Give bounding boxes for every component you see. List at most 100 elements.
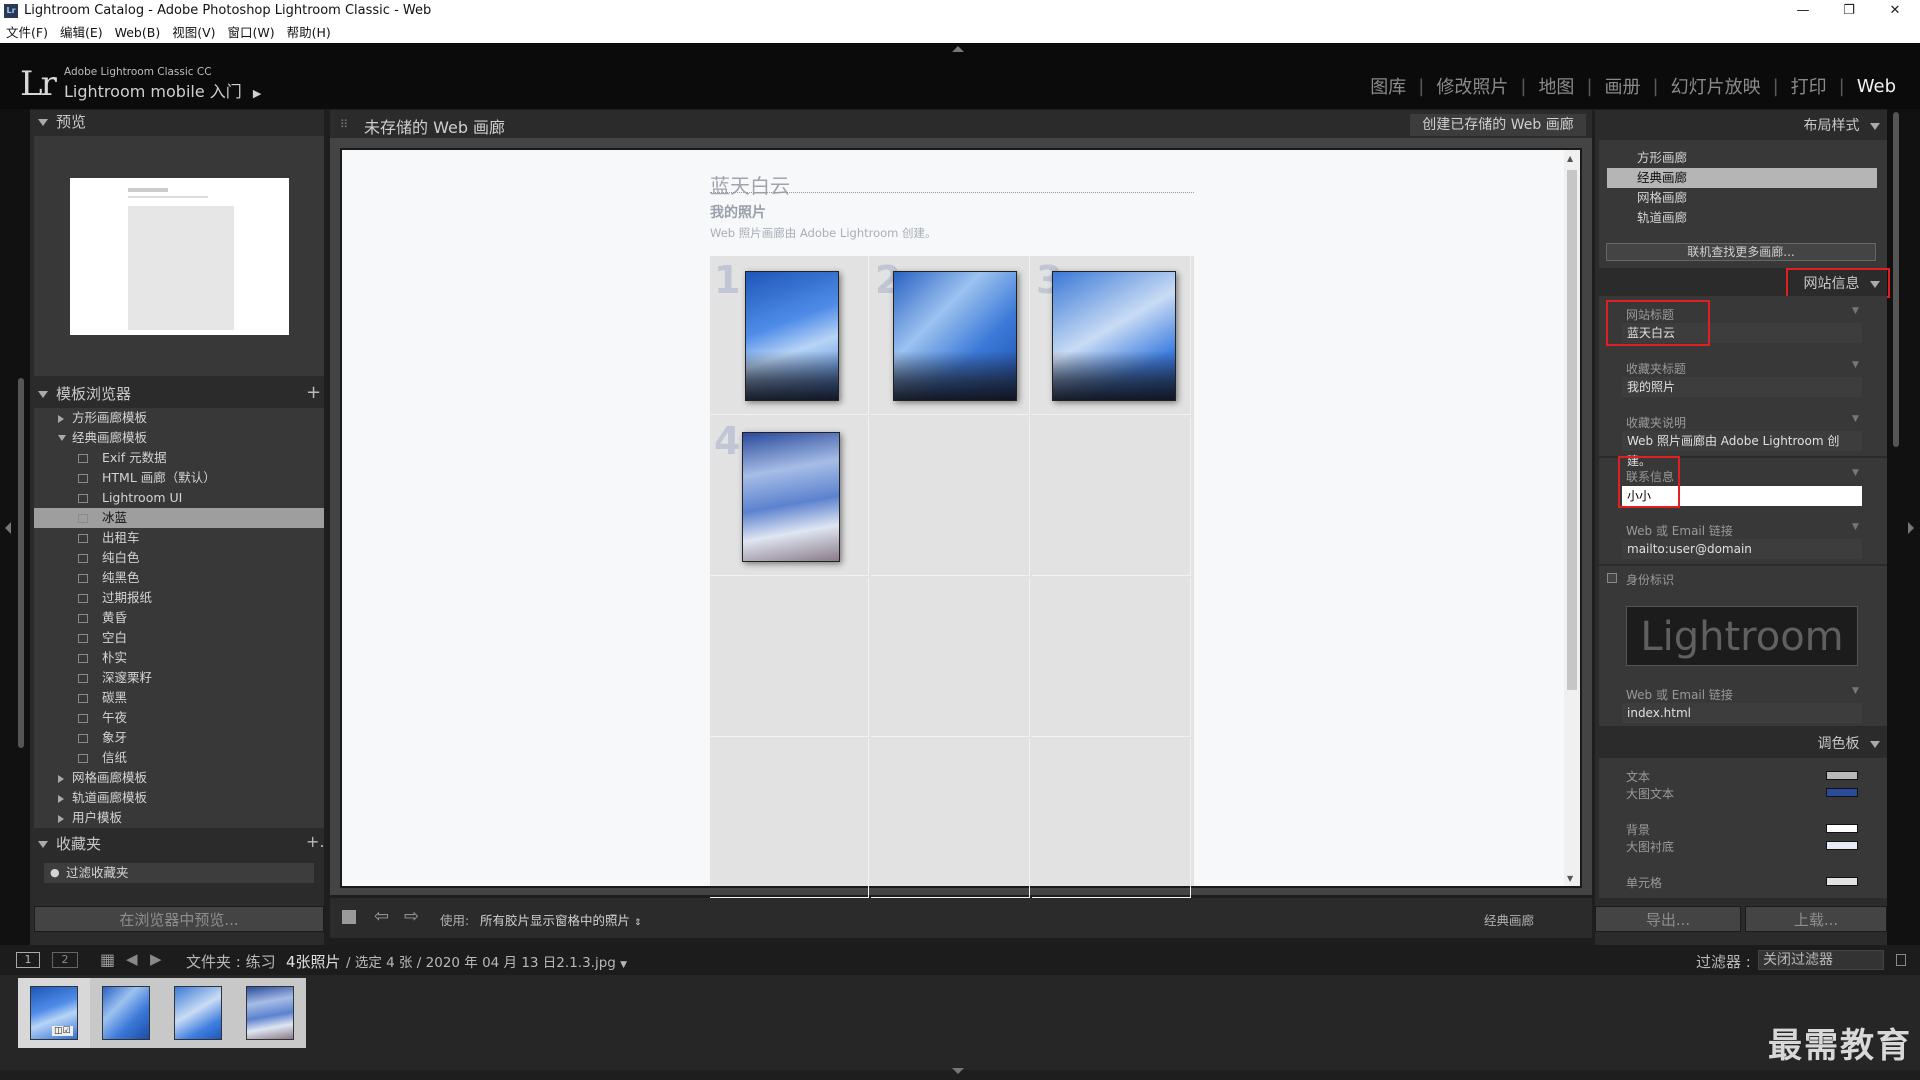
field-dropdown-icon[interactable]: ▼ <box>1852 522 1859 532</box>
collections-header[interactable]: 收藏夹 <box>38 832 101 856</box>
gallery-cell[interactable]: 4 <box>710 417 869 576</box>
template-item[interactable]: 出租车 <box>34 528 324 548</box>
template-item[interactable]: 空白 <box>34 628 324 648</box>
filter-select[interactable]: 关闭过滤器 <box>1758 950 1884 970</box>
template-folder-user[interactable]: 用户模板 <box>34 808 324 828</box>
field-dropdown-icon[interactable]: ▼ <box>1852 360 1859 370</box>
template-folder-square[interactable]: 方形画廊模板 <box>34 408 324 428</box>
menu-view[interactable]: 视图(V) <box>166 22 221 43</box>
menu-web[interactable]: Web(B) <box>109 22 167 43</box>
right-panel-scrollbar[interactable] <box>1893 112 1899 447</box>
find-more-galleries-button[interactable]: 联机查找更多画廊... <box>1606 243 1876 261</box>
forward-arrow-icon[interactable]: ▶ <box>150 950 162 968</box>
photo-thumbnail[interactable] <box>742 432 840 562</box>
gallery-cell[interactable]: 2 <box>871 256 1030 415</box>
add-collection-button[interactable]: +. <box>306 832 325 851</box>
photo-thumbnail[interactable] <box>745 271 839 401</box>
template-item[interactable]: 黄昏 <box>34 608 324 628</box>
close-button[interactable]: ✕ <box>1872 0 1918 22</box>
scroll-up-icon[interactable]: ▲ <box>1567 154 1573 163</box>
module-web[interactable]: Web <box>1845 76 1908 97</box>
lock-icon[interactable] <box>1896 954 1906 966</box>
template-item[interactable]: 纯白色 <box>34 548 324 568</box>
layout-style-header[interactable]: 布局样式 <box>1804 114 1880 138</box>
gallery-cell[interactable]: 3 <box>1032 256 1191 415</box>
color-palette-header[interactable]: 调色板 <box>1818 732 1880 756</box>
stop-icon[interactable] <box>342 910 356 924</box>
template-folder-grid[interactable]: 网格画廊模板 <box>34 768 324 788</box>
minimize-button[interactable]: — <box>1780 0 1826 22</box>
template-item[interactable]: 午夜 <box>34 708 324 728</box>
field-dropdown-icon[interactable]: ▼ <box>1852 414 1859 424</box>
window-1-button[interactable]: 1 <box>16 952 40 968</box>
bottom-panel-toggle-icon[interactable] <box>952 1068 964 1074</box>
left-panel-scrollbar[interactable] <box>18 378 24 748</box>
menu-window[interactable]: 窗口(W) <box>222 22 281 43</box>
field-dropdown-icon[interactable]: ▼ <box>1852 686 1859 696</box>
color-swatch-cell[interactable] <box>1826 877 1858 886</box>
selection-info[interactable]: / 选定 4 张 / 2020 年 04 月 13 日2.1.3.jpg ▼ <box>346 951 627 971</box>
template-item[interactable]: 过期报纸 <box>34 588 324 608</box>
module-book[interactable]: 画册 <box>1593 73 1653 99</box>
site-title[interactable]: 蓝天白云 <box>710 170 790 199</box>
module-map[interactable]: 地图 <box>1526 73 1586 99</box>
template-folder-classic[interactable]: 经典画廊模板 <box>34 428 324 448</box>
field-dropdown-icon[interactable]: ▼ <box>1852 306 1859 316</box>
identity-plate-preview[interactable]: Lightroom <box>1626 606 1858 666</box>
next-icon[interactable]: ⇨ <box>404 906 419 927</box>
template-item[interactable]: 象牙 <box>34 728 324 748</box>
template-item[interactable]: 信纸 <box>34 748 324 768</box>
collection-filter-input[interactable]: ● 过滤收藏夹 <box>44 863 314 883</box>
collection-desc-field[interactable]: Web 照片画廊由 Adobe Lightroom 创建。 <box>1622 431 1862 468</box>
restore-button[interactable]: ❐ <box>1826 0 1872 22</box>
web-link-field[interactable]: mailto:user@domain <box>1622 539 1862 559</box>
back-arrow-icon[interactable]: ◀ <box>126 950 138 968</box>
layout-track[interactable]: 轨道画廊 <box>1599 208 1887 228</box>
photo-thumbnail[interactable] <box>1052 271 1176 401</box>
color-swatch-background[interactable] <box>1826 824 1858 833</box>
color-swatch-text[interactable] <box>1826 771 1858 780</box>
upload-button[interactable]: 上载... <box>1745 906 1887 932</box>
filmstrip-thumb[interactable]: ◫☑ <box>18 978 90 1048</box>
left-panel-toggle-icon[interactable] <box>5 522 11 534</box>
color-swatch-large-matte[interactable] <box>1826 841 1858 850</box>
scroll-down-icon[interactable]: ▼ <box>1567 874 1573 883</box>
filmstrip-thumb[interactable] <box>234 978 306 1048</box>
previous-icon[interactable]: ⇦ <box>374 906 389 927</box>
template-item[interactable]: 朴实 <box>34 648 324 668</box>
color-swatch-large-text[interactable] <box>1826 788 1858 797</box>
module-slideshow[interactable]: 幻灯片放映 <box>1659 73 1773 99</box>
grid-view-icon[interactable]: ▦ <box>100 950 115 969</box>
photo-thumbnail[interactable] <box>893 271 1017 401</box>
template-item[interactable]: Lightroom UI <box>34 488 324 508</box>
preview-in-browser-button[interactable]: 在浏览器中预览... <box>34 906 324 932</box>
template-item-selected[interactable]: 冰蓝 <box>34 508 324 528</box>
module-develop[interactable]: 修改照片 <box>1424 73 1520 99</box>
use-source-select[interactable]: 所有胶片显示窗格中的照片 ⇕ <box>480 910 642 929</box>
template-item[interactable]: HTML 画廊（默认） <box>34 468 324 488</box>
template-item[interactable]: Exif 元数据 <box>34 448 324 468</box>
identity-plate-checkbox[interactable] <box>1607 573 1617 583</box>
layout-square[interactable]: 方形画廊 <box>1599 148 1887 168</box>
layout-grid[interactable]: 网格画廊 <box>1599 188 1887 208</box>
create-saved-gallery-button[interactable]: 创建已存储的 Web 画廊 <box>1410 114 1586 136</box>
menu-edit[interactable]: 编辑(E) <box>54 22 109 43</box>
template-item[interactable]: 碳黑 <box>34 688 324 708</box>
gallery-cell[interactable]: 1 <box>710 256 869 415</box>
collection-title[interactable]: 我的照片 <box>710 202 766 222</box>
template-item[interactable]: 纯黑色 <box>34 568 324 588</box>
field-dropdown-icon[interactable]: ▼ <box>1852 468 1859 478</box>
collection-description[interactable]: Web 照片画廊由 Adobe Lightroom 创建。 <box>710 225 937 241</box>
web-link-2-field[interactable]: index.html <box>1622 703 1862 723</box>
template-folder-track[interactable]: 轨道画廊模板 <box>34 788 324 808</box>
export-button[interactable]: 导出... <box>1595 906 1741 932</box>
module-library[interactable]: 图库 <box>1358 73 1418 99</box>
top-panel-toggle-icon[interactable] <box>952 46 964 52</box>
navigator-preview[interactable] <box>70 178 289 335</box>
module-print[interactable]: 打印 <box>1779 73 1839 99</box>
identity-mobile-link[interactable]: Lightroom mobile 入门 ▶ <box>64 78 261 102</box>
right-panel-toggle-icon[interactable] <box>1908 522 1914 534</box>
template-item[interactable]: 深邃栗籽 <box>34 668 324 688</box>
filmstrip-thumb[interactable] <box>90 978 162 1048</box>
preview-panel-header[interactable]: 预览 <box>38 110 86 134</box>
